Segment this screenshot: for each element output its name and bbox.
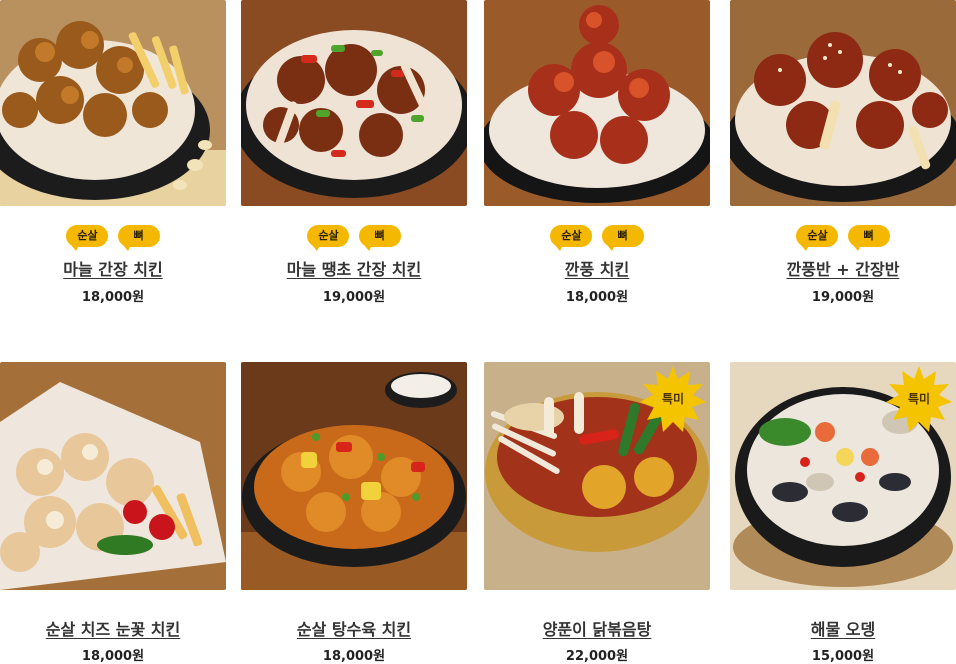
menu-name-link[interactable]: 깐풍 치킨: [484, 256, 710, 280]
special-badge-label: 특미: [907, 392, 931, 406]
menu-name-link[interactable]: 순살 탕수육 치킨: [241, 616, 467, 640]
menu-name-link[interactable]: 깐풍반 + 간장반: [730, 256, 956, 280]
special-badge-label: 특미: [661, 392, 685, 406]
menu-name-link[interactable]: 마늘 땡초 간장 치킨: [241, 256, 467, 280]
bone-badge: 뼈: [847, 225, 890, 251]
special-badge: 특미: [886, 366, 952, 432]
menu-name-link[interactable]: 양푼이 닭볶음탕: [484, 616, 710, 640]
menu-photo[interactable]: [241, 362, 467, 590]
menu-price: 18,000원: [81, 649, 145, 664]
menu-price: 22,000원: [565, 649, 629, 664]
kkanpung-chicken-image: [484, 0, 710, 206]
boneless-badge: 순살: [307, 225, 350, 251]
menu-name-link[interactable]: 순살 치즈 눈꽃 치킨: [0, 616, 226, 640]
menu-photo[interactable]: [241, 0, 467, 206]
boneless-badge: 순살: [550, 225, 593, 251]
boneless-badge: 순살: [66, 225, 109, 251]
bone-badge: 뼈: [358, 225, 401, 251]
menu-price: 15,000원: [811, 649, 875, 664]
menu-price: 19,000원: [811, 290, 875, 305]
menu-price: 19,000원: [322, 290, 386, 305]
badge-group: 순살 뼈: [0, 224, 226, 251]
menu-photo[interactable]: [730, 0, 956, 206]
cheese-chicken-image: [0, 362, 226, 590]
sweet-sour-chicken-image: [241, 362, 467, 590]
menu-photo[interactable]: [484, 0, 710, 206]
menu-price: 18,000원: [565, 290, 629, 305]
menu-name-link[interactable]: 해물 오뎅: [730, 616, 956, 640]
fried-chicken-image: [0, 0, 226, 206]
bone-badge: 뼈: [117, 225, 160, 251]
badge-group: 순살 뼈: [730, 224, 956, 251]
menu-photo[interactable]: [0, 0, 226, 206]
half-half-chicken-image: [730, 0, 956, 206]
boneless-badge: 순살: [796, 225, 839, 251]
special-badge: 특미: [640, 366, 706, 432]
menu-price: 18,000원: [322, 649, 386, 664]
menu-photo[interactable]: [0, 362, 226, 590]
menu-price: 18,000원: [81, 290, 145, 305]
bone-badge: 뼈: [601, 225, 644, 251]
menu-name-link[interactable]: 마늘 간장 치킨: [0, 256, 226, 280]
badge-group: 순살 뼈: [484, 224, 710, 251]
chili-chicken-image: [241, 0, 467, 206]
badge-group: 순살 뼈: [241, 224, 467, 251]
